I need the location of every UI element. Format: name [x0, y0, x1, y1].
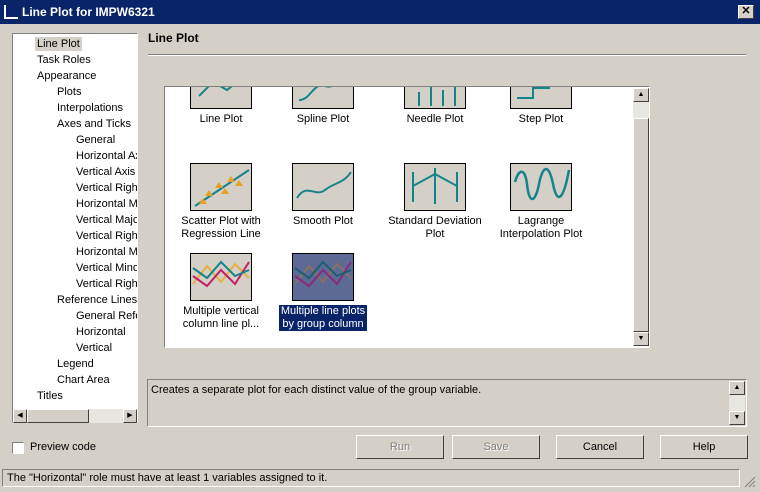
nav-item[interactable]: Vertical [76, 341, 112, 355]
nav-item[interactable]: General Refe [76, 309, 137, 323]
title-bar: Line Plot for IMPW6321 ✕ [0, 0, 760, 24]
nav-item[interactable]: Vertical Right [76, 229, 137, 243]
nav-item[interactable]: Horizontal Ma [76, 197, 137, 211]
scroll-down-button[interactable]: ▼ [633, 332, 649, 346]
run-button[interactable]: Run [356, 435, 444, 459]
close-icon: ✕ [741, 5, 751, 17]
nav-item[interactable]: Vertical Axis [76, 165, 135, 179]
multi-group-line-icon [292, 253, 354, 301]
plot-type-label: Smooth Plot [293, 215, 353, 227]
nav-item[interactable]: Vertical Mino [76, 261, 137, 275]
nav-item[interactable]: Axes and Ticks [57, 117, 131, 131]
scroll-up-button[interactable]: ▲ [633, 88, 649, 102]
nav-item[interactable]: Vertical Majo [76, 213, 137, 227]
plot-type-label: Lagrange Interpolation Plot [499, 215, 583, 240]
status-text: The "Horizontal" role must have at least… [7, 472, 328, 484]
nav-item[interactable]: Task Roles [37, 53, 91, 67]
save-button[interactable]: Save [452, 435, 540, 459]
nav-item[interactable]: Horizontal [76, 325, 126, 339]
preview-code-checkbox[interactable] [12, 442, 24, 454]
panel-title: Line Plot [148, 31, 199, 45]
scroll-right-icon: ▶ [127, 412, 133, 419]
desc-scroll-down-button[interactable]: ▼ [729, 411, 745, 425]
nav-item[interactable]: Interpolations [57, 101, 123, 115]
nav-item[interactable]: Appearance [37, 69, 96, 83]
nav-item[interactable]: General [76, 133, 115, 147]
nav-item[interactable]: Vertical Right [76, 181, 137, 195]
nav-item[interactable]: Horizontal Ax [76, 149, 137, 163]
plot-type-label: Standard Deviation Plot [388, 215, 482, 240]
status-bar: The "Horizontal" role must have at least… [2, 469, 740, 487]
smooth-plot-icon [292, 163, 354, 211]
scroll-thumb[interactable] [633, 118, 649, 332]
scroll-down-icon: ▼ [733, 414, 741, 421]
lagrange-plot-icon [510, 163, 572, 211]
plot-type-label: Line Plot [199, 113, 243, 125]
scroll-right-button[interactable]: ▶ [123, 409, 137, 423]
cancel-button[interactable]: Cancel [556, 435, 644, 459]
plot-type-label: Multiple line plots by group column [279, 305, 367, 331]
plot-type-label: Step Plot [518, 113, 564, 125]
scroll-left-button[interactable]: ◀ [13, 409, 27, 423]
nav-item[interactable]: Line Plot [35, 37, 82, 51]
nav-item[interactable]: Vertical Right [76, 277, 137, 291]
description-box: Creates a separate plot for each distinc… [147, 379, 747, 427]
spline-plot-icon [292, 87, 354, 109]
scroll-thumb[interactable] [27, 409, 89, 423]
help-button[interactable]: Help [660, 435, 748, 459]
plot-type-label: Needle Plot [406, 113, 464, 125]
nav-item[interactable]: Plots [57, 85, 81, 99]
app-icon [4, 5, 18, 19]
scatter-regression-icon [190, 163, 252, 211]
resize-grip-icon[interactable] [742, 474, 756, 488]
gallery-vertical-scrollbar[interactable]: ▲ ▼ [633, 88, 649, 346]
plot-type-label: Spline Plot [296, 113, 350, 125]
std-dev-plot-icon [404, 163, 466, 211]
description-scrollbar[interactable]: ▲ ▼ [729, 381, 745, 425]
nav-item[interactable]: Legend [57, 357, 94, 371]
scroll-down-icon: ▼ [637, 335, 645, 342]
window-title: Line Plot for IMPW6321 [22, 5, 155, 19]
preview-code-label[interactable]: Preview code [30, 441, 96, 453]
nav-item[interactable]: Horizontal Mi [76, 245, 137, 259]
nav-tree: Line Plot Task Roles Appearance Plots Interp… [12, 33, 138, 423]
scroll-left-icon: ◀ [17, 412, 23, 419]
nav-item[interactable]: Reference Lines [57, 293, 137, 307]
step-plot-icon [510, 87, 572, 109]
desc-scroll-up-button[interactable]: ▲ [729, 381, 745, 395]
close-button[interactable]: ✕ [738, 5, 754, 19]
description-text: Creates a separate plot for each distinc… [151, 384, 482, 396]
plot-type-label: Multiple vertical column line pl... [182, 305, 260, 330]
nav-item[interactable]: Titles [37, 389, 63, 403]
needle-plot-icon [404, 87, 466, 109]
nav-horizontal-scrollbar[interactable]: ◀ ▶ [13, 409, 137, 423]
scroll-up-icon: ▲ [637, 91, 645, 98]
plot-type-label: Scatter Plot with Regression Line [181, 215, 261, 240]
plot-gallery: Line Plot Spline Plot Needle Plot Step Plot… [164, 86, 650, 348]
scroll-up-icon: ▲ [733, 384, 741, 391]
nav-item[interactable]: Chart Area [57, 373, 110, 387]
header-divider [148, 54, 746, 56]
line-plot-icon [190, 87, 252, 109]
multi-vertical-column-icon [190, 253, 252, 301]
